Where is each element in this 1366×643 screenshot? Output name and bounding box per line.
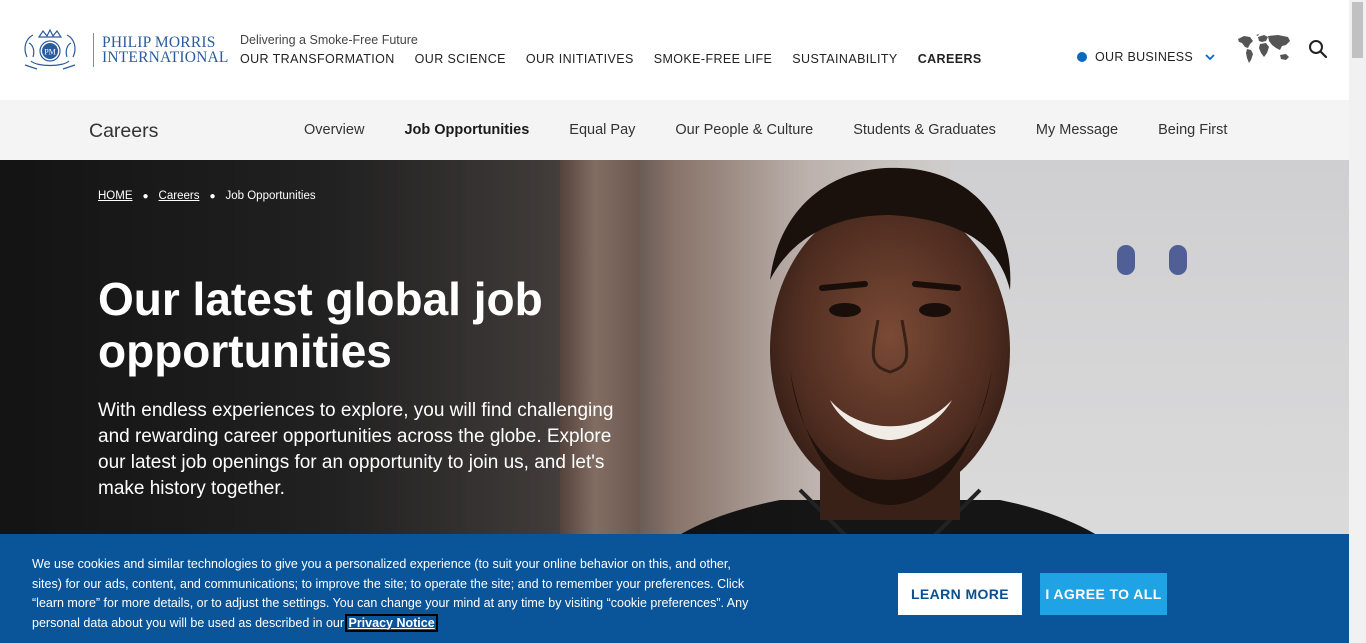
nav-sustainability[interactable]: SUSTAINABILITY	[792, 52, 897, 66]
our-business-dropdown[interactable]: OUR BUSINESS	[1077, 50, 1215, 64]
business-label: OUR BUSINESS	[1095, 50, 1194, 64]
cookie-text: We use cookies and similar technologies …	[32, 555, 752, 633]
subnav-links: Overview Job Opportunities Equal Pay Our…	[304, 122, 1267, 138]
cookie-banner: We use cookies and similar technologies …	[0, 534, 1349, 643]
page-scrollbar[interactable]	[1349, 0, 1366, 643]
subnav-overview[interactable]: Overview	[304, 122, 364, 138]
subnav-my-message[interactable]: My Message	[1036, 122, 1118, 138]
nav-our-science[interactable]: OUR SCIENCE	[415, 52, 506, 66]
crest-logo-icon: PM	[24, 28, 76, 70]
agree-all-button[interactable]: I AGREE TO ALL	[1040, 573, 1167, 615]
subnav-students-graduates[interactable]: Students & Graduates	[853, 122, 996, 138]
subnav-equal-pay[interactable]: Equal Pay	[569, 122, 635, 138]
nav-our-initiatives[interactable]: OUR INITIATIVES	[526, 52, 634, 66]
logo-divider	[93, 33, 94, 67]
breadcrumb-home[interactable]: HOME	[98, 190, 133, 202]
logo-line-2: INTERNATIONAL	[102, 49, 229, 66]
learn-more-button[interactable]: LEARN MORE	[898, 573, 1022, 615]
section-title[interactable]: Careers	[89, 120, 158, 143]
breadcrumb: HOME ● Careers ● Job Opportunities	[98, 190, 316, 202]
logo-wordmark: PHILIP MORRIS INTERNATIONAL	[102, 34, 229, 66]
subnav-being-first[interactable]: Being First	[1158, 122, 1227, 138]
subnav-job-opportunities[interactable]: Job Opportunities	[404, 122, 529, 138]
nav-careers[interactable]: CAREERS	[918, 52, 982, 66]
main-nav: OUR TRANSFORMATION OUR SCIENCE OUR INITI…	[240, 52, 1002, 66]
tagline: Delivering a Smoke-Free Future	[240, 33, 418, 47]
site-header: PM PHILIP MORRIS INTERNATIONAL Deliverin…	[0, 0, 1349, 100]
page-title: Our latest global job opportunities	[98, 273, 543, 377]
subnav-our-people-culture[interactable]: Our People & Culture	[675, 122, 813, 138]
search-icon[interactable]	[1308, 39, 1328, 59]
breadcrumb-separator-icon: ●	[142, 190, 149, 202]
nav-smoke-free-life[interactable]: SMOKE-FREE LIFE	[654, 52, 773, 66]
breadcrumb-separator-icon: ●	[209, 190, 216, 202]
nav-our-transformation[interactable]: OUR TRANSFORMATION	[240, 52, 395, 66]
world-map-icon[interactable]	[1236, 33, 1292, 65]
breadcrumb-current: Job Opportunities	[225, 190, 316, 202]
privacy-notice-link[interactable]: Privacy Notice	[345, 613, 438, 632]
careers-subnav: Careers Overview Job Opportunities Equal…	[0, 100, 1349, 160]
business-dot-icon	[1077, 52, 1087, 62]
scrollbar-thumb[interactable]	[1352, 2, 1363, 58]
hero-lead-text: With endless experiences to explore, you…	[98, 400, 614, 499]
svg-text:PM: PM	[44, 48, 56, 57]
logo-line-1: PHILIP MORRIS	[102, 34, 216, 51]
chevron-down-icon	[1205, 54, 1215, 61]
pmi-logo[interactable]: PM PHILIP MORRIS INTERNATIONAL	[19, 27, 229, 73]
breadcrumb-careers[interactable]: Careers	[159, 190, 200, 202]
